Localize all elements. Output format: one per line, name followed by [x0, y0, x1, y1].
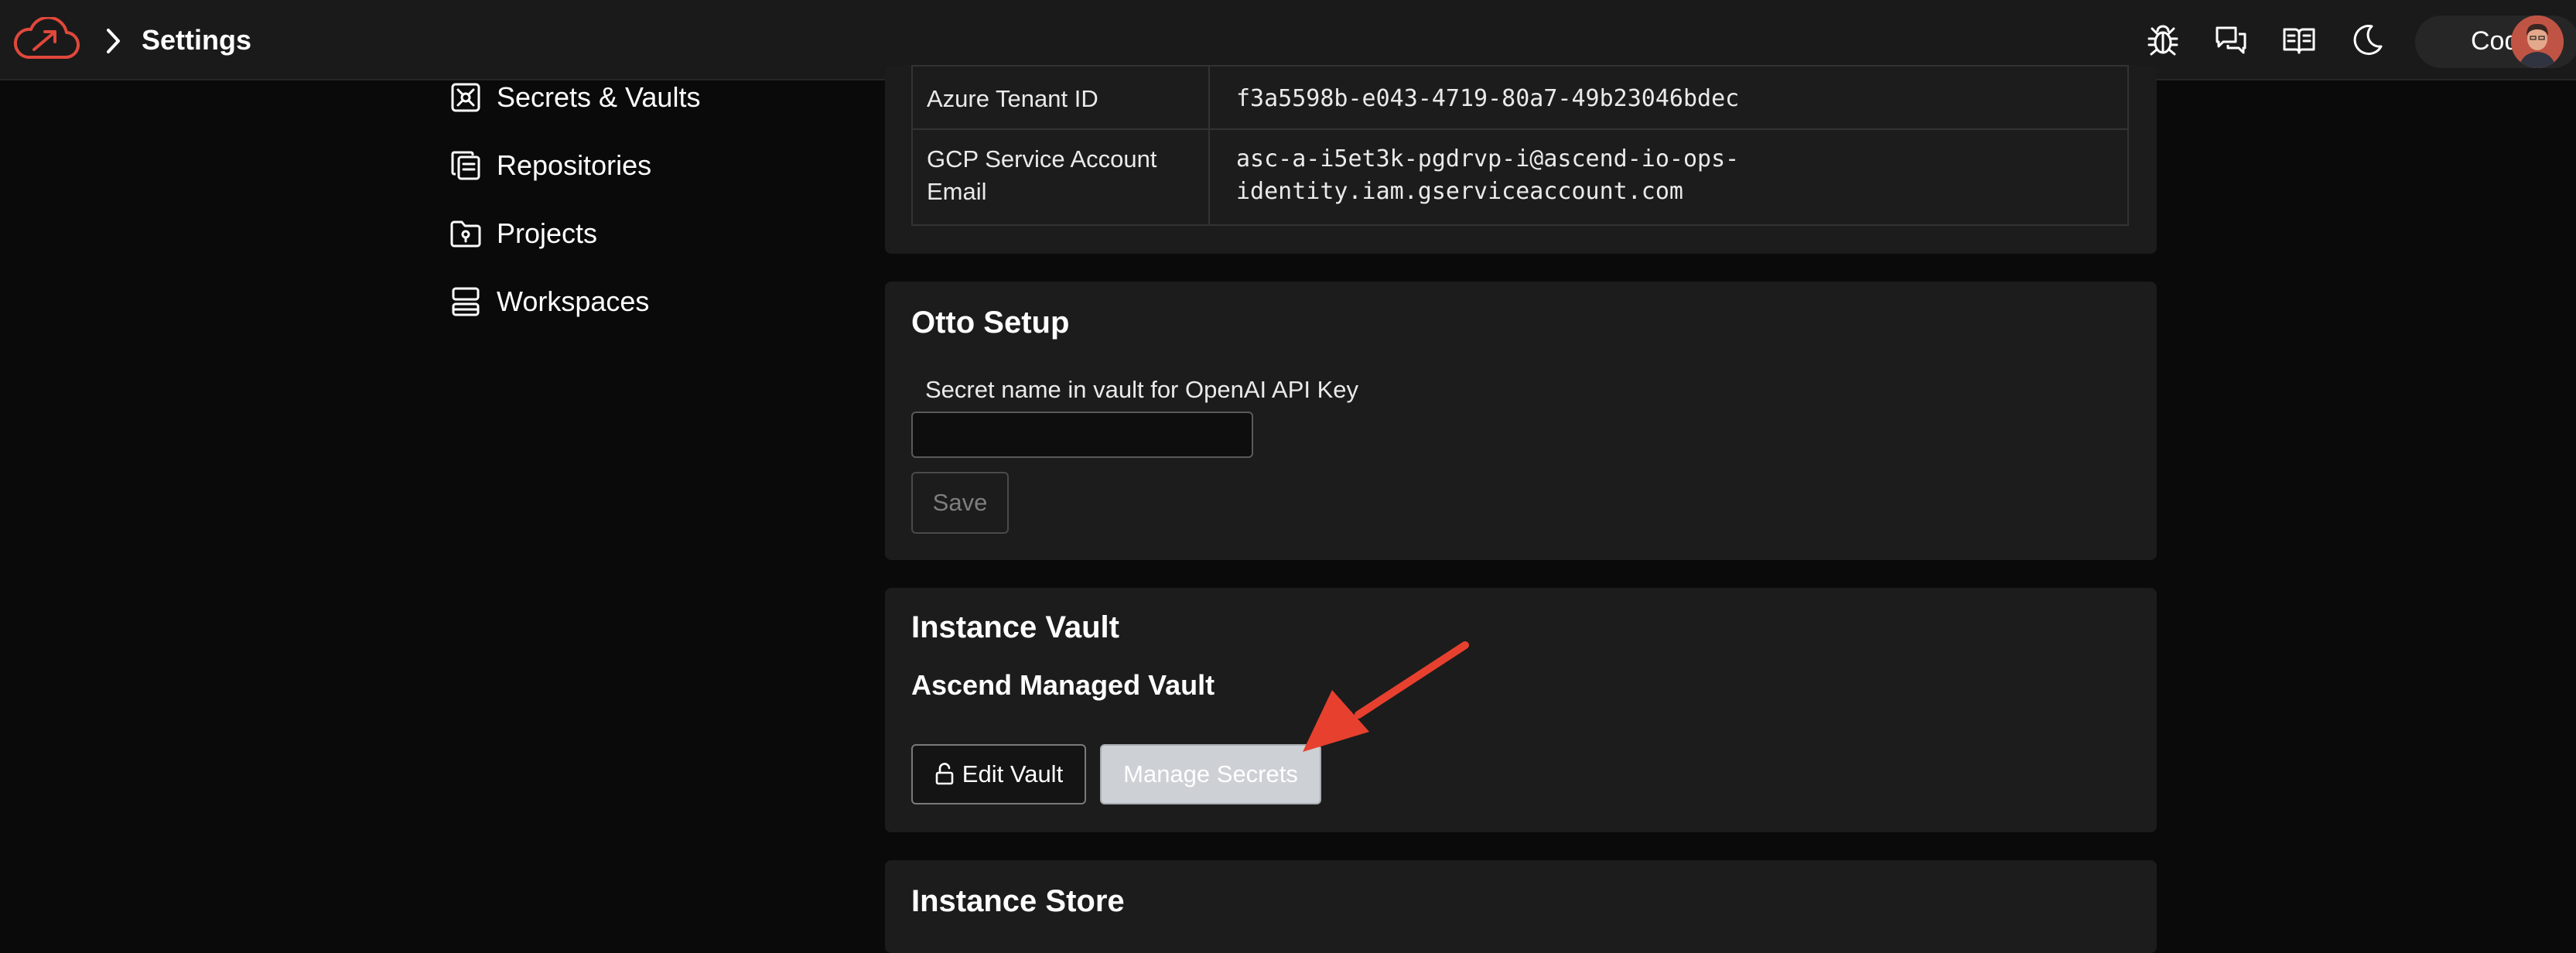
vault-icon: [451, 83, 480, 112]
bug-icon[interactable]: [2144, 22, 2181, 59]
repositories-icon: [451, 151, 480, 180]
edit-vault-button[interactable]: Edit Vault: [911, 744, 1086, 804]
otto-setup-card: Otto Setup Secret name in vault for Open…: [885, 282, 2157, 560]
field-label: Secret name in vault for OpenAI API Key: [925, 376, 1359, 403]
avatar[interactable]: [2511, 15, 2564, 68]
section-title: Instance Vault: [911, 610, 1119, 644]
chat-bubbles-icon[interactable]: [2212, 22, 2250, 59]
openai-secret-name-input[interactable]: [911, 412, 1253, 458]
workspaces-icon: [452, 287, 480, 316]
vault-type-label: Ascend Managed Vault: [911, 669, 1215, 701]
manage-secrets-button[interactable]: Manage Secrets: [1100, 744, 1321, 804]
avatar-image: [2511, 15, 2564, 68]
section-title: Otto Setup: [911, 306, 1070, 340]
cloud-logo-icon[interactable]: [11, 17, 82, 63]
column-divider: [1208, 130, 1210, 224]
gcp-service-account-value: identity.iam.gserviceaccount.com: [1236, 178, 1683, 205]
table-key: Azure Tenant ID: [927, 85, 1098, 112]
unlock-icon: [935, 763, 954, 785]
instance-vault-card: Instance Vault Ascend Managed Vault Edit…: [885, 588, 2157, 832]
gcp-service-account-value: asc-a-i5et3k-pgdrvp-i@ascend-io-ops-: [1236, 145, 1740, 172]
table-key: GCP Service Account: [927, 145, 1157, 172]
sidebar-item-label: Workspaces: [497, 285, 650, 317]
instance-store-card: Instance Store: [885, 860, 2157, 953]
section-title: Instance Store: [911, 884, 1125, 918]
sidebar-item-label: Secrets & Vaults: [497, 81, 701, 113]
sidebar-item-label: Repositories: [497, 149, 652, 181]
azure-tenant-id-value: f3a5598b-e043-4719-80a7-49b23046bdec: [1236, 85, 1740, 112]
column-divider: [1208, 67, 1210, 128]
sidebar-item-label: Projects: [497, 217, 598, 249]
table-row: GCP Service Account Email asc-a-i5et3k-p…: [913, 130, 2127, 224]
edit-vault-label: Edit Vault: [962, 760, 1064, 787]
save-button[interactable]: Save: [911, 472, 1009, 534]
chevron-right-icon: [107, 29, 120, 53]
moon-icon[interactable]: [2349, 22, 2386, 59]
page-title: Settings: [142, 24, 252, 56]
folder-icon: [450, 220, 481, 248]
identity-table: Azure Tenant ID f3a5598b-e043-4719-80a7-…: [911, 65, 2129, 226]
book-icon[interactable]: [2280, 22, 2318, 59]
cloud-identity-card: Azure Tenant ID f3a5598b-e043-4719-80a7-…: [885, 65, 2157, 254]
table-key: Email: [927, 178, 987, 205]
table-row: Azure Tenant ID f3a5598b-e043-4719-80a7-…: [913, 67, 2127, 130]
